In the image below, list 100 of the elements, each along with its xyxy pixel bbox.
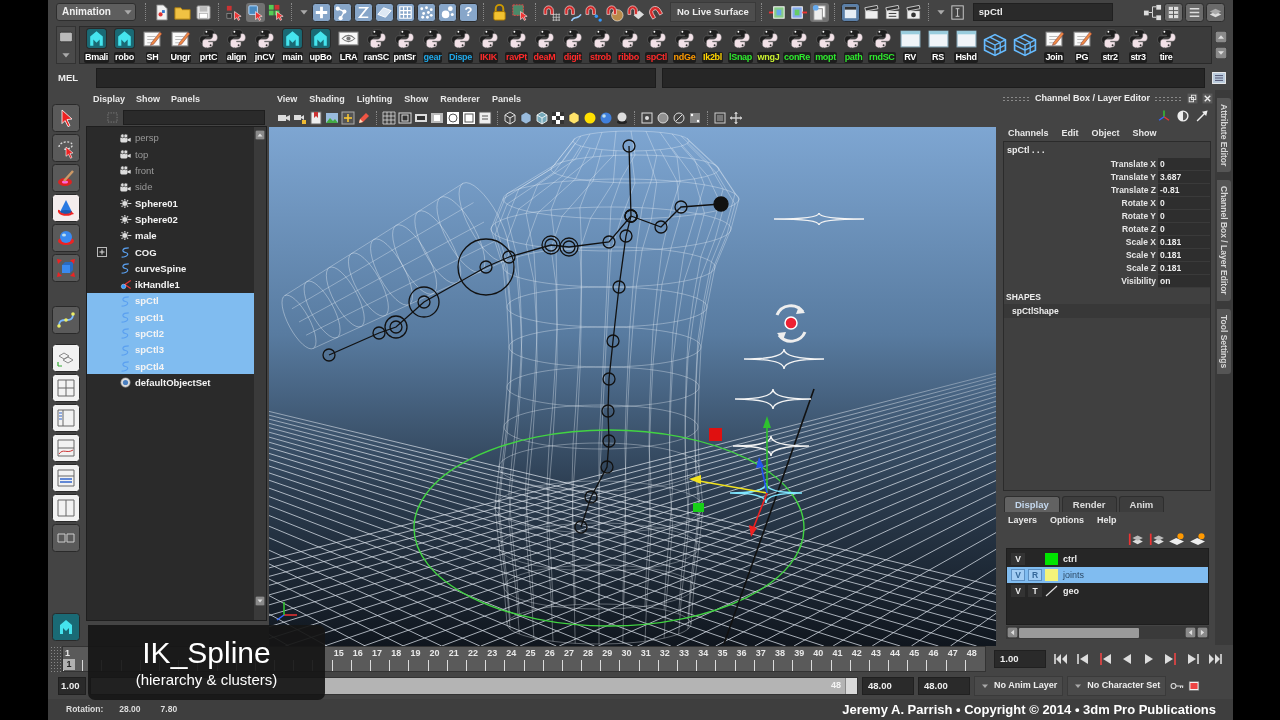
magnet-surface-icon[interactable]: [626, 2, 645, 22]
shelf-button[interactable]: ranSC: [363, 27, 390, 63]
grid-icon[interactable]: [382, 110, 396, 125]
menu-item[interactable]: Panels: [171, 93, 201, 105]
bookmark-icon[interactable]: [309, 110, 323, 125]
menu-item[interactable]: Edit: [1061, 127, 1079, 139]
channel-name[interactable]: Scale X: [1125, 236, 1158, 249]
film-gate-icon[interactable]: [398, 110, 412, 125]
shelf-button[interactable]: ribbo: [615, 27, 642, 63]
channel-name[interactable]: Rotate Y: [1121, 210, 1158, 223]
channel-value-field[interactable]: 0: [1158, 223, 1210, 236]
layer-sparkle-icon[interactable]: [1168, 531, 1186, 545]
shelf-button[interactable]: spCtl: [643, 27, 670, 63]
isolate-icon[interactable]: [640, 110, 654, 125]
display-type-toggle[interactable]: T: [1028, 585, 1042, 597]
select-component-icon[interactable]: [267, 2, 286, 22]
select-object-icon[interactable]: [246, 2, 265, 22]
panel-list-icon[interactable]: [1185, 2, 1204, 22]
graph-view-layout-icon[interactable]: [52, 434, 80, 462]
animation-end-field[interactable]: 48.00: [918, 676, 970, 695]
channel-value-field[interactable]: 0: [1158, 158, 1210, 171]
range-handle[interactable]: [845, 677, 857, 694]
outliner-item[interactable]: front: [87, 162, 254, 179]
select-box-icon[interactable]: [511, 2, 530, 22]
side-tab[interactable]: Attribute Editor: [1216, 98, 1232, 173]
channel-name[interactable]: Visibility: [1121, 275, 1158, 288]
side-tab[interactable]: Channel Box / Layer Editor: [1216, 180, 1232, 301]
script-editor-icon[interactable]: [1211, 70, 1227, 86]
shadow-sphere-icon[interactable]: [615, 110, 629, 125]
mesh-icon[interactable]: [396, 2, 415, 22]
expand-icon[interactable]: [97, 247, 107, 258]
layer-row[interactable]: V T geo: [1007, 583, 1208, 599]
scroll-up-icon[interactable]: [255, 130, 265, 140]
stacked-view-layout-icon[interactable]: [52, 464, 80, 492]
shelf-button[interactable]: lSnap: [727, 27, 754, 63]
shelf-button[interactable]: ndGe: [671, 27, 698, 63]
step-forward-icon[interactable]: [1186, 652, 1200, 665]
menu-item[interactable]: Shading: [309, 93, 345, 105]
pan-zoom-icon[interactable]: [341, 110, 355, 125]
cube-frame-icon[interactable]: [713, 110, 727, 125]
menu-item[interactable]: Show: [1132, 127, 1157, 139]
magnet-point-icon[interactable]: [584, 2, 603, 22]
menu-item[interactable]: Channels: [1008, 127, 1049, 139]
shelf-button[interactable]: str3: [1124, 27, 1152, 63]
shelf-button[interactable]: SH: [139, 27, 166, 63]
go-to-start-icon[interactable]: [1054, 652, 1068, 665]
scroll-up-icon[interactable]: [1215, 31, 1227, 43]
channel-name[interactable]: Translate Z: [1111, 184, 1158, 197]
shelf-button[interactable]: pntSr: [391, 27, 418, 63]
shelf-button[interactable]: Dispe: [447, 27, 474, 63]
tab[interactable]: Anim: [1118, 496, 1165, 512]
channel-value-field[interactable]: 0: [1158, 197, 1210, 210]
layer-row[interactable]: V ctrl: [1007, 551, 1208, 567]
menu-item[interactable]: View: [277, 93, 298, 105]
shelf-button[interactable]: digit: [559, 27, 586, 63]
channel-name[interactable]: Scale Z: [1126, 262, 1158, 275]
channel-name[interactable]: Translate Y: [1110, 171, 1158, 184]
construction-history-icon[interactable]: [809, 2, 829, 22]
panel-layers-icon[interactable]: [1206, 2, 1225, 22]
channel-value-field[interactable]: on: [1158, 275, 1210, 288]
shelf-button[interactable]: PG: [1068, 27, 1096, 63]
shelf-button[interactable]: ravPt: [503, 27, 530, 63]
scroll-left-icon[interactable]: [1007, 627, 1018, 638]
shelf-button[interactable]: rndSC: [868, 27, 896, 63]
menu-item[interactable]: Layers: [1008, 514, 1038, 526]
channel-value-field[interactable]: 0.181: [1158, 236, 1210, 249]
lit-cube-icon[interactable]: [567, 110, 581, 125]
curve-icon[interactable]: [354, 2, 373, 22]
scroll-right-icon[interactable]: [1197, 627, 1208, 638]
menu-item[interactable]: Panels: [491, 93, 521, 105]
menu-set-dropdown[interactable]: Animation: [56, 3, 136, 21]
layer-row[interactable]: V R joints: [1007, 567, 1208, 583]
sphere-ring-icon[interactable]: [52, 224, 80, 252]
four-view-layout-icon[interactable]: [52, 374, 80, 402]
plus-icon[interactable]: [312, 2, 331, 22]
shelf-button[interactable]: align: [223, 27, 250, 63]
step-back-icon[interactable]: [1076, 652, 1090, 665]
shelf-button[interactable]: IKIK: [475, 27, 502, 63]
step-forward-key-icon[interactable]: [1164, 652, 1178, 665]
sphere-icon[interactable]: [599, 110, 613, 125]
xray-icon[interactable]: [656, 110, 670, 125]
tab[interactable]: Display: [1004, 496, 1060, 512]
shelf-button[interactable]: Bmali: [83, 27, 110, 63]
float-window-icon[interactable]: [1187, 93, 1198, 104]
clapperboard-icon[interactable]: [861, 2, 881, 22]
shelf-button[interactable]: tire: [1152, 27, 1180, 63]
visibility-toggle[interactable]: V: [1011, 553, 1025, 565]
scroll-left-icon[interactable]: [1185, 627, 1196, 638]
menu-item[interactable]: Options: [1050, 514, 1085, 526]
command-language-button[interactable]: MEL: [58, 72, 90, 84]
paint-brush-icon[interactable]: [52, 164, 80, 192]
magnet-grid-icon[interactable]: [542, 2, 561, 22]
xray-components-icon[interactable]: [688, 110, 702, 125]
shelf-button[interactable]: main: [279, 27, 306, 63]
shelf-button[interactable]: str2: [1096, 27, 1124, 63]
anim-layer-dropdown[interactable]: No Anim Layer: [974, 675, 1064, 696]
menu-item[interactable]: Lighting: [356, 93, 393, 105]
image-icon[interactable]: [325, 110, 339, 125]
current-time-field[interactable]: 1.00: [994, 649, 1046, 668]
shelf-button[interactable]: prtC: [195, 27, 222, 63]
